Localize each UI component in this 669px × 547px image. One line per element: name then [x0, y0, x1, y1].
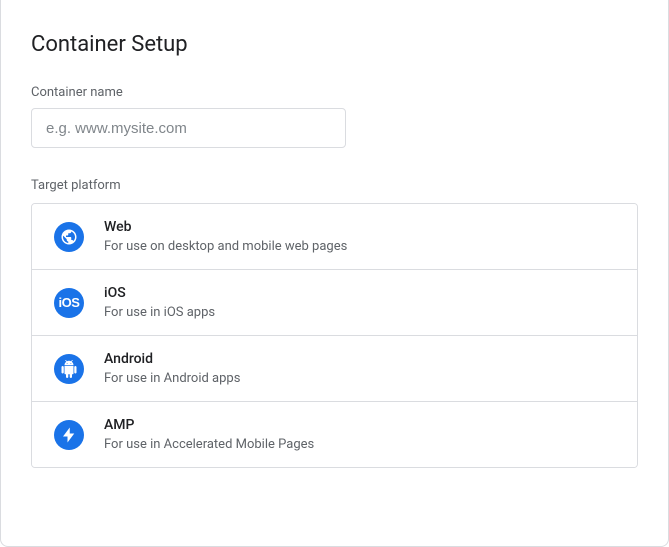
platform-name: AMP — [104, 416, 314, 434]
container-setup-card: Container Setup Container name Target pl… — [0, 0, 669, 547]
platform-option-amp[interactable]: AMP For use in Accelerated Mobile Pages — [32, 402, 637, 467]
platform-option-android[interactable]: Android For use in Android apps — [32, 336, 637, 402]
container-name-input[interactable] — [31, 108, 346, 148]
container-name-label: Container name — [31, 85, 638, 100]
platform-name: Android — [104, 350, 240, 368]
platform-desc: For use in Android apps — [104, 370, 240, 387]
amp-icon — [54, 420, 84, 450]
platform-desc: For use on desktop and mobile web pages — [104, 238, 347, 255]
page-title: Container Setup — [31, 32, 638, 57]
platform-name: iOS — [104, 284, 215, 302]
platform-option-web[interactable]: Web For use on desktop and mobile web pa… — [32, 204, 637, 270]
platform-option-ios[interactable]: iOS iOS For use in iOS apps — [32, 270, 637, 336]
platform-desc: For use in iOS apps — [104, 304, 215, 321]
ios-icon: iOS — [54, 288, 84, 318]
android-icon — [54, 354, 84, 384]
platform-desc: For use in Accelerated Mobile Pages — [104, 436, 314, 453]
target-platform-label: Target platform — [31, 178, 638, 193]
target-platform-list: Web For use on desktop and mobile web pa… — [31, 203, 638, 468]
platform-name: Web — [104, 218, 347, 236]
globe-icon — [54, 222, 84, 252]
